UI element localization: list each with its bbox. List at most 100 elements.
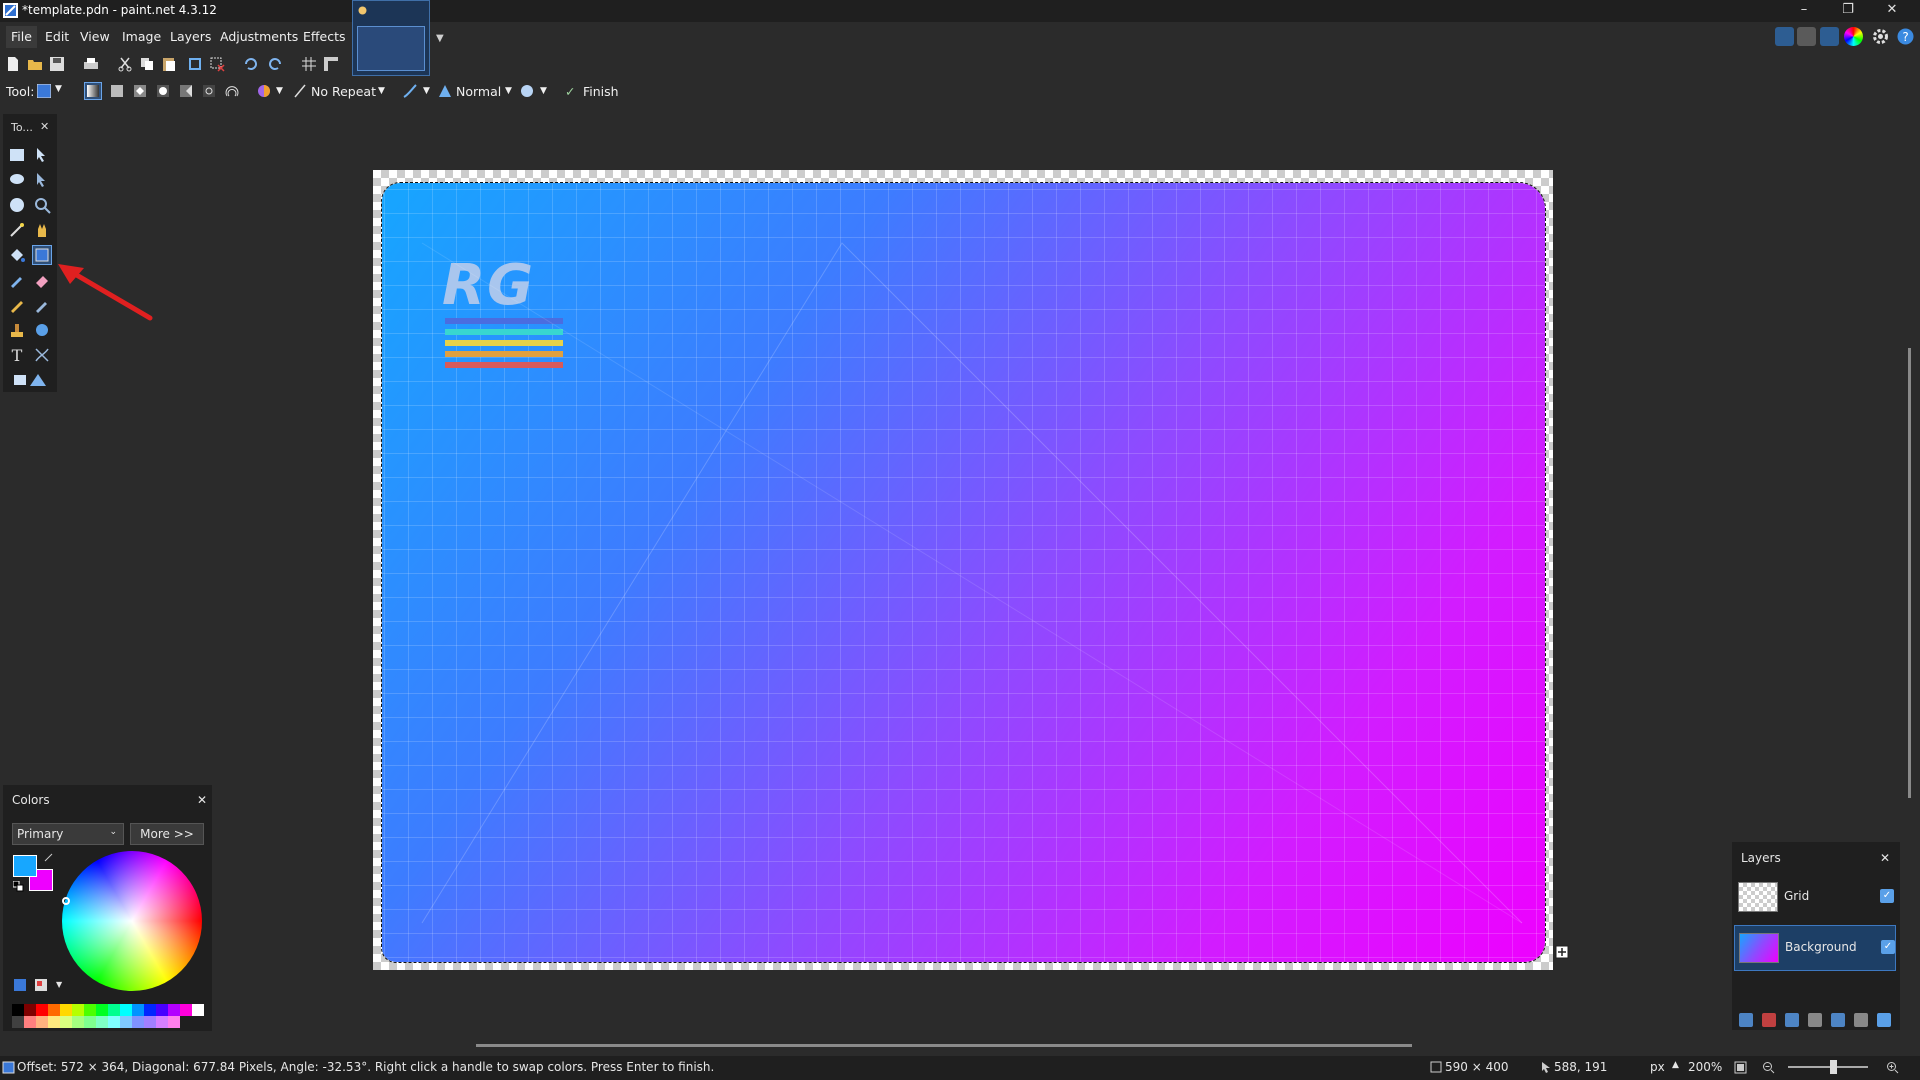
tools-panel-close-icon[interactable]: ✕ xyxy=(40,120,49,133)
color-wheel[interactable] xyxy=(62,851,202,991)
more-colors-button[interactable]: More >> xyxy=(130,823,204,845)
repeat-mode-select[interactable]: No Repeat xyxy=(311,84,376,99)
settings-gear-icon[interactable] xyxy=(1871,27,1890,46)
new-file-icon[interactable] xyxy=(5,56,21,72)
layer-row-background[interactable]: Background ✓ xyxy=(1734,925,1896,971)
tools-window-icon[interactable] xyxy=(1775,27,1794,46)
palette-swatch[interactable] xyxy=(132,1016,144,1028)
palette-swatch[interactable] xyxy=(120,1004,132,1016)
menu-layers[interactable]: Layers xyxy=(165,26,216,48)
color-mode-dropdown-icon[interactable]: ▼ xyxy=(276,86,283,96)
cut-icon[interactable] xyxy=(117,56,133,72)
repeat-mode-dropdown-icon[interactable]: ▼ xyxy=(378,86,385,96)
conical-gradient-icon[interactable] xyxy=(178,83,194,99)
diamond-gradient-icon[interactable] xyxy=(132,83,148,99)
paint-bucket-tool-icon[interactable] xyxy=(8,246,26,264)
alpha-mode-dropdown-icon[interactable]: ▼ xyxy=(540,86,547,96)
current-tool-gradient-icon[interactable] xyxy=(37,84,51,98)
pencil-tool-icon[interactable] xyxy=(8,296,26,314)
menu-image[interactable]: Image xyxy=(117,26,166,48)
palette-swatch[interactable] xyxy=(108,1004,120,1016)
palette-swatch[interactable] xyxy=(36,1004,48,1016)
palette-swatch[interactable] xyxy=(168,1016,180,1028)
palette-swatch[interactable] xyxy=(72,1016,84,1028)
image-list-dropdown-icon[interactable]: ▼ xyxy=(436,33,444,44)
alpha-mode-icon[interactable] xyxy=(519,83,535,99)
layer-visibility-checkbox[interactable]: ✓ xyxy=(1880,889,1894,903)
tool-dropdown-icon[interactable]: ▼ xyxy=(55,84,62,94)
layers-window-icon[interactable] xyxy=(1820,27,1839,46)
reset-colors-icon[interactable] xyxy=(13,881,24,892)
palette-swatch[interactable] xyxy=(96,1016,108,1028)
color-palette[interactable] xyxy=(12,1004,205,1028)
finish-button[interactable]: Finish xyxy=(583,84,619,99)
paintbrush-tool-icon[interactable] xyxy=(8,271,26,289)
magic-wand-tool-icon[interactable] xyxy=(8,221,26,239)
shapes-tool-icon[interactable] xyxy=(12,371,48,389)
recolor-tool-icon[interactable] xyxy=(33,321,51,339)
blend-mode-select[interactable]: Normal xyxy=(456,84,501,99)
grid-toggle-icon[interactable] xyxy=(301,56,317,72)
units-dropdown-icon[interactable]: ▲ xyxy=(1672,1060,1679,1070)
layer-row-grid[interactable]: Grid ✓ xyxy=(1734,875,1896,921)
palette-swatch[interactable] xyxy=(156,1004,168,1016)
close-button[interactable]: ✕ xyxy=(1870,0,1914,22)
line-curve-tool-icon[interactable] xyxy=(33,346,51,364)
palette-swatch[interactable] xyxy=(12,1004,24,1016)
menu-file[interactable]: File xyxy=(6,26,37,48)
palette-swatch[interactable] xyxy=(48,1016,60,1028)
crop-to-selection-icon[interactable] xyxy=(187,56,203,72)
lasso-select-tool-icon[interactable] xyxy=(8,171,26,189)
palette-menu-icon[interactable] xyxy=(34,978,48,992)
blend-mode-dropdown-icon[interactable]: ▼ xyxy=(505,86,512,96)
colors-window-icon[interactable] xyxy=(1844,27,1863,46)
layer-visibility-checkbox[interactable]: ✓ xyxy=(1881,940,1895,954)
move-layer-down-icon[interactable] xyxy=(1854,1013,1868,1027)
move-selection-tool-icon[interactable] xyxy=(33,171,51,189)
palette-dropdown-icon[interactable]: ▼ xyxy=(56,980,62,989)
vertical-scrollbar[interactable] xyxy=(1908,348,1911,798)
palette-swatch[interactable] xyxy=(60,1016,72,1028)
palette-swatch[interactable] xyxy=(84,1016,96,1028)
antialiasing-dropdown-icon[interactable]: ▼ xyxy=(423,86,430,96)
copy-icon[interactable] xyxy=(139,56,155,72)
ellipse-select-tool-icon[interactable] xyxy=(8,196,26,214)
swap-colors-icon[interactable] xyxy=(44,853,53,862)
add-layer-icon[interactable] xyxy=(1739,1013,1753,1027)
palette-swatch[interactable] xyxy=(144,1004,156,1016)
add-to-palette-icon[interactable] xyxy=(13,978,27,992)
layer-properties-icon[interactable] xyxy=(1877,1013,1891,1027)
color-picker-tool-icon[interactable] xyxy=(33,296,51,314)
palette-swatch[interactable] xyxy=(84,1004,96,1016)
palette-swatch[interactable] xyxy=(168,1004,180,1016)
rulers-toggle-icon[interactable] xyxy=(323,56,339,72)
palette-swatch[interactable] xyxy=(180,1004,192,1016)
duplicate-layer-icon[interactable] xyxy=(1785,1013,1799,1027)
fit-window-icon[interactable] xyxy=(1734,1061,1747,1074)
horizontal-scrollbar[interactable] xyxy=(476,1044,1412,1047)
clone-stamp-tool-icon[interactable] xyxy=(8,321,26,339)
restore-button[interactable]: ❐ xyxy=(1826,0,1870,22)
move-layer-up-icon[interactable] xyxy=(1831,1013,1845,1027)
zoom-tool-icon[interactable] xyxy=(33,196,51,214)
palette-swatch[interactable] xyxy=(132,1004,144,1016)
paste-icon[interactable] xyxy=(161,56,177,72)
undo-icon[interactable] xyxy=(243,56,259,72)
linear-reflected-gradient-icon[interactable] xyxy=(109,83,125,99)
redo-icon[interactable] xyxy=(267,56,283,72)
spiral-ccw-gradient-icon[interactable] xyxy=(224,83,240,99)
rectangle-select-tool-icon[interactable] xyxy=(8,146,26,164)
menu-view[interactable]: View xyxy=(75,26,115,48)
palette-swatch[interactable] xyxy=(12,1016,24,1028)
menu-effects[interactable]: Effects xyxy=(298,26,351,48)
layers-panel-close-icon[interactable]: ✕ xyxy=(1880,851,1890,865)
antialiasing-icon[interactable] xyxy=(402,83,418,99)
zoom-in-icon[interactable] xyxy=(1886,1061,1899,1074)
zoom-slider-thumb[interactable] xyxy=(1830,1060,1837,1074)
palette-swatch[interactable] xyxy=(96,1004,108,1016)
color-wheel-marker[interactable] xyxy=(62,897,70,905)
pan-tool-icon[interactable] xyxy=(33,221,51,239)
palette-swatch[interactable] xyxy=(36,1016,48,1028)
palette-swatch[interactable] xyxy=(24,1016,36,1028)
delete-layer-icon[interactable] xyxy=(1762,1013,1776,1027)
